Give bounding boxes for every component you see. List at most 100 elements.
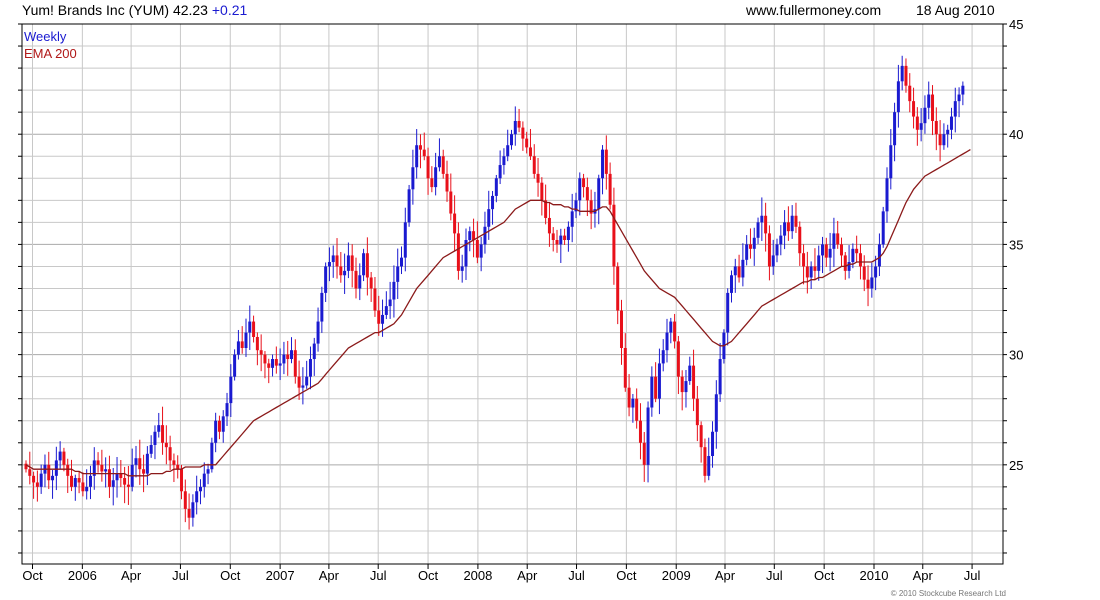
website-link[interactable]: www.fullermoney.com	[746, 2, 881, 18]
candle-body	[327, 262, 331, 267]
y-tick-label: 40	[1009, 127, 1023, 142]
candle-body	[536, 173, 540, 183]
candle-body	[331, 255, 335, 263]
candle-body	[126, 484, 130, 487]
candle-body	[229, 376, 233, 404]
candle-body	[839, 244, 843, 256]
x-tick-label: Oct	[22, 568, 43, 583]
candle-body	[263, 354, 267, 364]
candle-body	[919, 123, 923, 130]
candle-body	[191, 502, 195, 518]
candle-body	[28, 469, 32, 476]
candle-body	[290, 350, 294, 360]
candle-body	[809, 266, 813, 278]
candle-body	[62, 451, 66, 465]
ema-200-line	[25, 149, 971, 477]
x-tick-label: Apr	[715, 568, 736, 583]
candle-body	[786, 222, 790, 232]
candle-body	[104, 469, 108, 472]
candle-body	[214, 420, 218, 443]
last-price: 42.23	[172, 2, 208, 18]
candle-body	[252, 321, 256, 337]
candle-body	[900, 65, 904, 82]
x-tick-label: Apr	[517, 568, 538, 583]
candle-body	[756, 222, 760, 238]
chart-title: Yum! Brands Inc (YUM) 42.23 +0.21	[22, 2, 247, 18]
candle-body	[908, 85, 912, 102]
candle-body	[798, 226, 802, 254]
candle-body	[324, 266, 328, 293]
candle-body	[274, 359, 278, 366]
candle-body	[479, 244, 483, 258]
candle-body	[123, 478, 127, 485]
candle-body	[403, 222, 407, 258]
candle-body	[661, 350, 665, 364]
candle-body	[339, 266, 343, 276]
candle-body	[183, 491, 187, 509]
candle-body	[172, 460, 176, 465]
candle-body	[938, 134, 942, 146]
candle-body	[39, 473, 43, 487]
candle-body	[434, 167, 438, 188]
x-tick-label: Oct	[616, 568, 637, 583]
candle-body	[456, 233, 460, 271]
candle-body	[946, 129, 950, 135]
candle-body	[491, 195, 495, 210]
candle-body	[608, 173, 612, 205]
candle-body	[422, 149, 426, 157]
candle-body	[767, 233, 771, 267]
x-tick-label: Apr	[121, 568, 142, 583]
candle-body	[748, 244, 752, 249]
candle-body	[817, 255, 821, 271]
candle-body	[525, 138, 529, 148]
y-tick-label: 35	[1009, 237, 1023, 252]
candle-body	[96, 460, 100, 465]
candle-body	[957, 94, 961, 102]
candle-body	[934, 120, 938, 135]
candle-body	[597, 178, 601, 210]
candle-body	[707, 456, 711, 476]
candle-body	[775, 244, 779, 256]
candle-body	[51, 475, 55, 481]
candle-body	[316, 321, 320, 344]
candle-body	[737, 266, 741, 278]
candle-body	[893, 112, 897, 146]
candle-body	[866, 279, 870, 289]
candle-body	[665, 332, 669, 351]
candle-body	[373, 288, 377, 311]
candle-body	[949, 116, 953, 130]
legend-ema: EMA 200	[24, 46, 77, 61]
candle-body	[343, 270, 347, 276]
candle-body	[244, 332, 248, 348]
candle-body	[703, 447, 707, 476]
candle-body	[862, 266, 866, 280]
candle-body	[418, 145, 422, 150]
candle-body	[851, 248, 855, 263]
candle-body	[468, 231, 472, 240]
candle-body	[794, 215, 798, 227]
candle-body	[426, 156, 430, 179]
candle-body	[115, 473, 119, 481]
candle-body	[931, 94, 935, 121]
candle-body	[521, 127, 525, 139]
candle-body	[547, 217, 551, 234]
candle-body	[217, 420, 221, 432]
candle-body	[384, 306, 388, 315]
candle-body	[623, 348, 627, 388]
candle-body	[889, 145, 893, 179]
candle-body	[346, 255, 350, 271]
candle-body	[358, 275, 362, 289]
candle-body	[453, 213, 457, 234]
candle-body	[415, 145, 419, 168]
candle-body	[657, 363, 661, 399]
candle-body	[164, 442, 168, 448]
candle-body	[293, 350, 297, 377]
candle-body	[502, 156, 506, 166]
candle-body	[396, 266, 400, 282]
candle-body	[233, 354, 237, 377]
candle-body	[858, 253, 862, 267]
candle-body	[843, 255, 847, 271]
candle-body	[187, 508, 191, 518]
candle-body	[760, 215, 764, 223]
candle-body	[392, 281, 396, 300]
